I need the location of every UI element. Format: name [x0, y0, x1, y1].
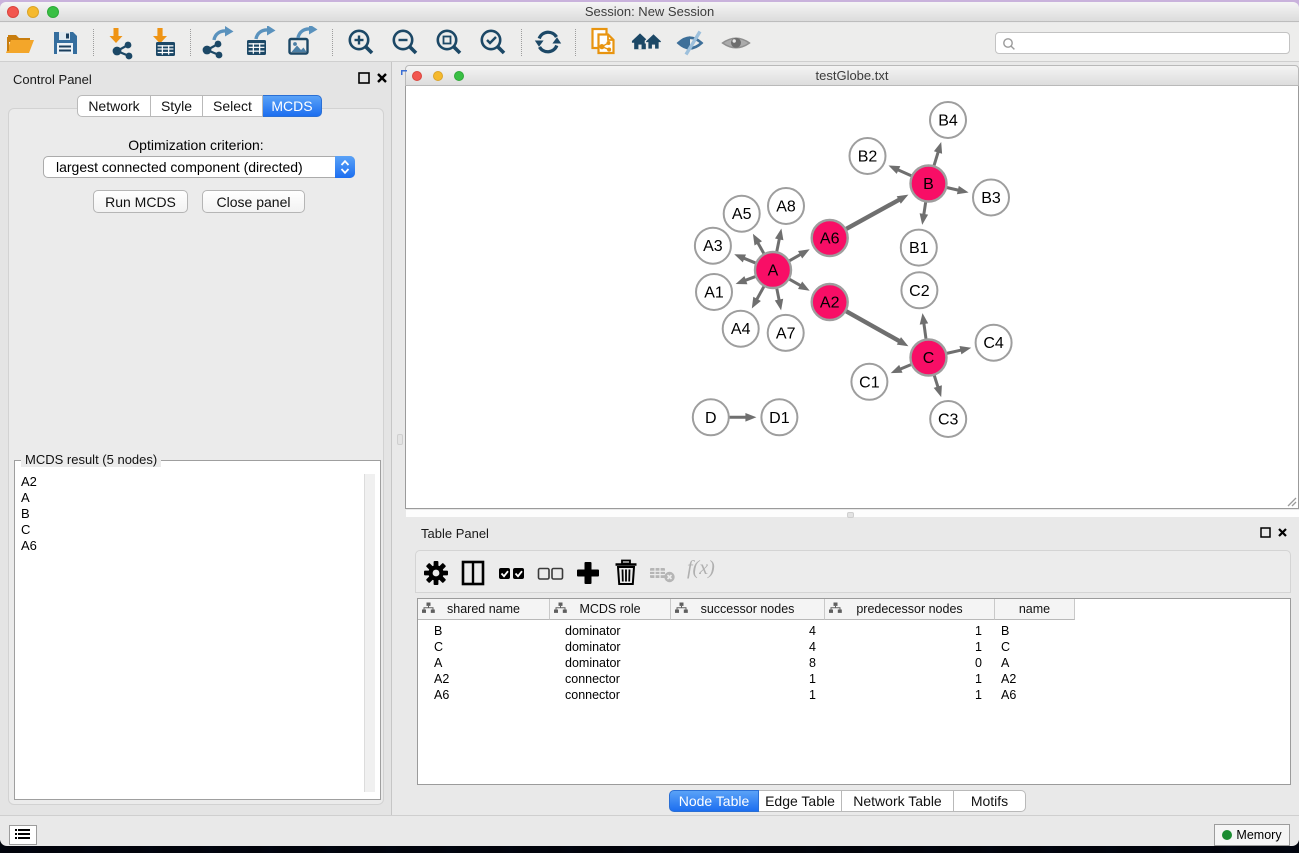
svg-text:A: A: [768, 263, 779, 280]
svg-text:C1: C1: [859, 374, 880, 391]
svg-text:D: D: [705, 410, 717, 427]
svg-text:B1: B1: [909, 240, 929, 257]
svg-text:A3: A3: [703, 238, 723, 255]
svg-text:B4: B4: [938, 113, 958, 130]
svg-text:B3: B3: [981, 190, 1001, 207]
svg-text:C2: C2: [909, 283, 930, 300]
svg-text:A7: A7: [776, 325, 796, 342]
svg-text:C4: C4: [983, 335, 1004, 352]
svg-text:A1: A1: [704, 285, 724, 302]
svg-text:A4: A4: [731, 321, 751, 338]
svg-text:D1: D1: [769, 410, 790, 427]
svg-text:C: C: [923, 350, 935, 367]
svg-text:A6: A6: [820, 231, 840, 248]
svg-text:B2: B2: [858, 149, 878, 166]
svg-text:C3: C3: [938, 412, 959, 429]
svg-text:A8: A8: [776, 199, 796, 216]
svg-text:A5: A5: [732, 206, 752, 223]
svg-text:B: B: [923, 176, 934, 193]
svg-text:A2: A2: [820, 295, 840, 312]
